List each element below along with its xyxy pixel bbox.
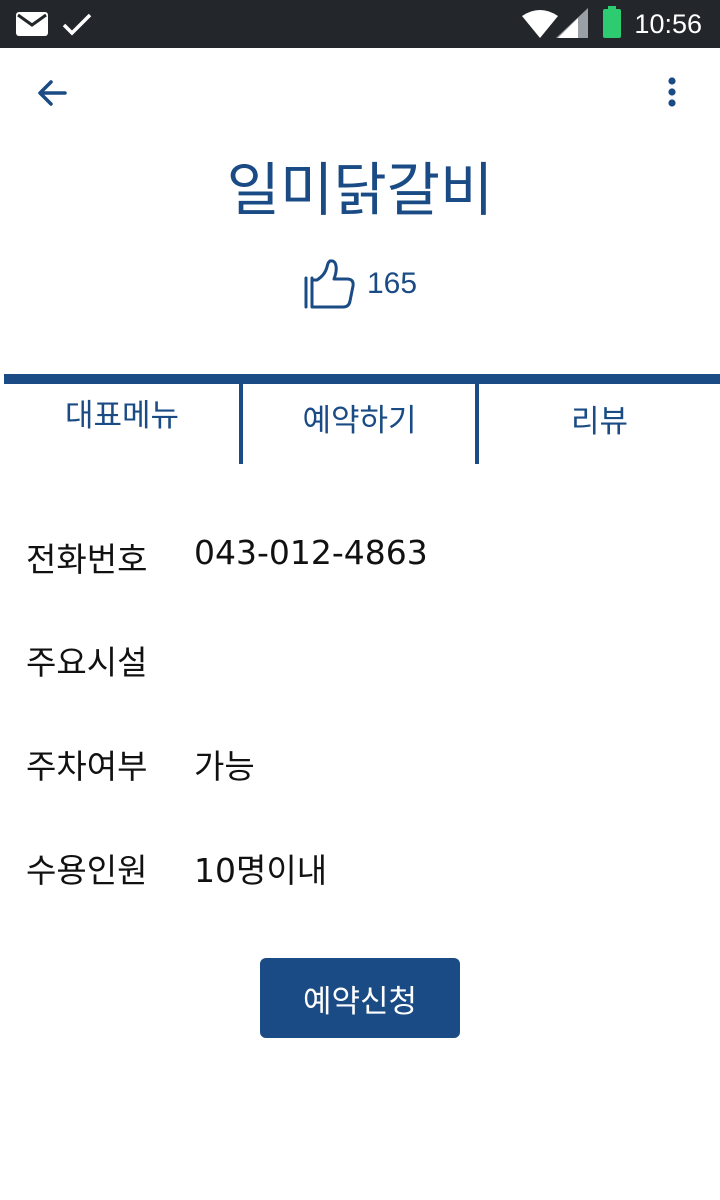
wifi-icon <box>522 10 558 38</box>
tab-review-label: 리뷰 <box>570 404 629 440</box>
like-counter[interactable]: 165 <box>0 254 720 314</box>
back-button[interactable] <box>22 63 82 123</box>
info-row-phone: 전화번호 043-012-4863 <box>26 533 706 583</box>
restaurant-name: 일미닭갈비 <box>226 156 494 224</box>
info-value: 가능 <box>194 747 255 786</box>
info-row-parking: 주차여부 가능 <box>26 740 706 790</box>
tab-review[interactable]: 리뷰 <box>479 384 720 464</box>
like-count: 165 <box>366 267 418 300</box>
info-label: 주차여부 <box>26 747 148 786</box>
status-time: 10:56 <box>634 9 702 39</box>
mail-icon <box>16 12 48 36</box>
tab-bar-divider <box>4 374 720 384</box>
info-label: 수용인원 <box>26 851 148 890</box>
tab-menu[interactable]: 대표메뉴 <box>4 384 240 464</box>
battery-icon <box>603 6 621 38</box>
info-label: 주요시설 <box>26 643 148 682</box>
cell-signal-icon <box>556 8 588 38</box>
more-options-button[interactable] <box>642 62 702 122</box>
info-value: 10명이내 <box>194 851 328 890</box>
info-row-capacity: 수용인원 10명이내 <box>26 844 706 894</box>
info-row-facilities: 주요시설 <box>26 636 706 686</box>
reserve-button-label: 예약신청 <box>302 983 418 1020</box>
status-bar: 10:56 <box>0 0 720 48</box>
arrow-left-icon <box>38 80 67 106</box>
info-label: 전화번호 <box>26 540 148 579</box>
check-icon <box>62 13 92 36</box>
phone-number[interactable]: 043-012-4863 <box>194 533 428 572</box>
tab-menu-label: 대표메뉴 <box>64 398 180 434</box>
tab-reservation[interactable]: 예약하기 <box>243 384 476 464</box>
tab-reservation-label: 예약하기 <box>302 403 417 439</box>
thumbs-up-icon <box>304 259 355 309</box>
more-vert-icon <box>668 77 676 107</box>
reserve-button[interactable]: 예약신청 <box>260 958 460 1038</box>
